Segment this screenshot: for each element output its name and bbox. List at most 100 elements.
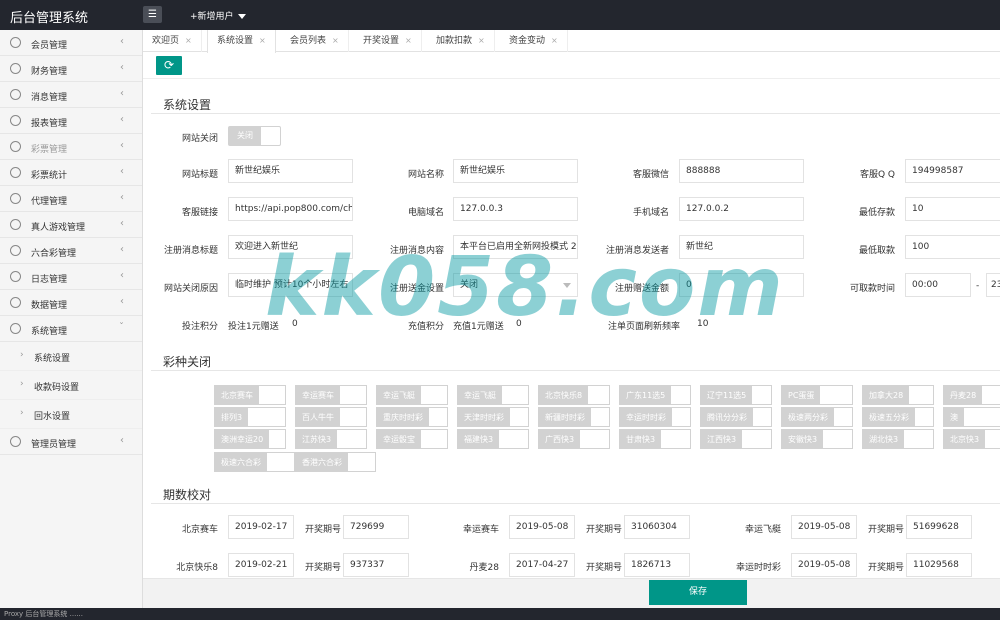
withdraw-time-end-input[interactable]: 23 [986, 273, 1000, 297]
lottery-switch[interactable]: 幸运骰宝 [376, 429, 448, 449]
withdraw-time-start-input[interactable]: 00:00 [905, 273, 971, 297]
sidebar-item-finance[interactable]: 财务管理 ‹ [0, 56, 142, 82]
lottery-switch[interactable]: 安徽快3 [781, 429, 853, 449]
mobile-domain-label: 手机域名 [632, 208, 669, 218]
lottery-switch[interactable]: 极速六合彩 [214, 452, 295, 472]
sidebar-item-mark-six[interactable]: 六合彩管理 ‹ [0, 238, 142, 264]
save-button[interactable]: 保存 [649, 580, 747, 605]
sidebar-subitem-rebate[interactable]: › 回水设置 [0, 400, 142, 429]
service-qq-input[interactable]: 194998587 [905, 159, 1000, 183]
lottery-switch[interactable]: 北京快乐8 [538, 385, 610, 405]
min-deposit-input[interactable]: 10 [905, 197, 1000, 221]
lottery-switch[interactable]: 辽宁11选5 [700, 385, 772, 405]
pc-domain-input[interactable]: 127.0.0.3 [453, 197, 578, 221]
lottery-switch[interactable]: 福建快3 [457, 429, 529, 449]
period-date-input[interactable]: 2019-05-08 [791, 553, 857, 577]
period-date-input[interactable]: 2019-02-17 [228, 515, 294, 539]
lottery-switch[interactable]: 北京快3 [943, 429, 1000, 449]
period-issue-input[interactable]: 31060304 [624, 515, 690, 539]
period-date-input[interactable]: 2019-05-08 [791, 515, 857, 539]
period-date-input[interactable]: 2017-04-27 [509, 553, 575, 577]
sidebar-item-system[interactable]: 系统管理 ˇ [0, 316, 142, 342]
lottery-switch[interactable]: 百人牛牛 [295, 407, 367, 427]
add-user-label: +新增用户 [190, 12, 234, 22]
tab-draw-settings[interactable]: 开奖设置 × [354, 30, 422, 52]
lottery-switch[interactable]: 澳 [943, 407, 1000, 427]
period-issue-input[interactable]: 1826713 [624, 553, 690, 577]
lottery-switch[interactable]: 广西快3 [538, 429, 610, 449]
period-issue-input[interactable]: 51699628 [906, 515, 972, 539]
lottery-switch[interactable]: 排列3 [214, 407, 286, 427]
lottery-switch[interactable]: 江西快3 [700, 429, 772, 449]
tab-fund-changes[interactable]: 资金变动 × [500, 30, 568, 52]
close-icon[interactable]: × [551, 36, 558, 45]
site-name-input[interactable]: 新世纪娱乐 [453, 159, 578, 183]
lottery-switch[interactable]: 幸运飞艇 [457, 385, 529, 405]
lottery-switch[interactable]: 广东11选5 [619, 385, 691, 405]
refresh-button[interactable]: ⟳ [156, 56, 182, 75]
site-title-input[interactable]: 新世纪娱乐 [228, 159, 353, 183]
lottery-switch[interactable]: 甘肃快3 [619, 429, 691, 449]
sidebar-subitem-system-settings[interactable]: › 系统设置 [0, 342, 142, 371]
lottery-switch[interactable]: 北京赛车 [214, 385, 286, 405]
tab-balance-adjust[interactable]: 加款扣款 × [427, 30, 495, 52]
lottery-switch[interactable]: 新疆时时彩 [538, 407, 610, 427]
period-date-input[interactable]: 2019-05-08 [509, 515, 575, 539]
lottery-switch-label: 北京快3 [944, 430, 986, 449]
lottery-switch[interactable]: 湖北快3 [862, 429, 934, 449]
close-icon[interactable]: × [405, 36, 412, 45]
lottery-switch[interactable]: PC蛋蛋 [781, 385, 853, 405]
lottery-switch[interactable]: 香港六合彩 [295, 452, 376, 472]
sidebar-item-live-games[interactable]: 真人游戏管理 ‹ [0, 212, 142, 238]
lottery-switch[interactable]: 江苏快3 [295, 429, 367, 449]
period-issue-input[interactable]: 729699 [343, 515, 409, 539]
min-withdraw-input[interactable]: 100 [905, 235, 1000, 259]
tab-system-settings[interactable]: 系统设置 × [207, 30, 276, 53]
sidebar-item-members[interactable]: 会员管理 ‹ [0, 30, 142, 56]
service-wechat-input[interactable]: 888888 [679, 159, 804, 183]
site-close-switch[interactable]: 关闭 [228, 126, 281, 146]
add-user-dropdown[interactable]: +新增用户 [190, 9, 246, 22]
menu-toggle-button[interactable]: ☰ [143, 6, 162, 23]
tab-member-list[interactable]: 会员列表 × [281, 30, 349, 52]
lottery-switch[interactable]: 腾讯分分彩 [700, 407, 772, 427]
mobile-domain-input[interactable]: 127.0.0.2 [679, 197, 804, 221]
sidebar-item-reports[interactable]: 报表管理 ‹ [0, 108, 142, 134]
lottery-switch[interactable]: 极速两分彩 [781, 407, 853, 427]
service-wechat-label: 客服微信 [632, 170, 669, 180]
lottery-switch[interactable]: 丹麦28 [943, 385, 1000, 405]
watermark: kk058.com [265, 240, 785, 335]
lottery-switch[interactable]: 幸运时时彩 [619, 407, 691, 427]
pc-domain-label: 电脑域名 [407, 208, 444, 218]
period-issue-label: 开奖期号 [585, 563, 622, 573]
service-link-input[interactable]: https://api.pop800.com/chat/i [228, 197, 353, 221]
lottery-switch[interactable]: 幸运飞艇 [376, 385, 448, 405]
period-issue-input[interactable]: 11029568 [906, 553, 972, 577]
sidebar-item-logs[interactable]: 日志管理 ‹ [0, 264, 142, 290]
message-icon [10, 89, 21, 100]
period-issue-input[interactable]: 937337 [343, 553, 409, 577]
tab-welcome[interactable]: 欢迎页 × [143, 30, 202, 52]
close-icon[interactable]: × [185, 36, 192, 45]
sidebar-item-lottery[interactable]: 彩票管理 ‹ [0, 134, 142, 160]
lottery-switch[interactable]: 幸运赛车 [295, 385, 367, 405]
sidebar-item-messages[interactable]: 消息管理 ‹ [0, 82, 142, 108]
lottery-switch-label: 江西快3 [701, 430, 743, 449]
sidebar-item-admins[interactable]: 管理员管理 ‹ [0, 429, 142, 455]
lottery-switch-label: 极速六合彩 [215, 453, 267, 472]
lottery-switch-label: 福建快3 [458, 430, 500, 449]
sidebar-item-lottery-stats[interactable]: 彩票统计 ‹ [0, 160, 142, 186]
sidebar-item-data[interactable]: 数据管理 ‹ [0, 290, 142, 316]
lottery-switch[interactable]: 重庆时时彩 [376, 407, 448, 427]
period-date-input[interactable]: 2019-02-21 [228, 553, 294, 577]
close-icon[interactable]: × [332, 36, 339, 45]
lottery-switch[interactable]: 极速五分彩 [862, 407, 934, 427]
sidebar-subitem-payment-code[interactable]: › 收款码设置 [0, 371, 142, 400]
lottery-switch[interactable]: 澳洲幸运20 [214, 429, 286, 449]
chevron-left-icon: ‹ [120, 166, 124, 177]
lottery-switch[interactable]: 加拿大28 [862, 385, 934, 405]
close-icon[interactable]: × [259, 36, 266, 45]
sidebar-item-agents[interactable]: 代理管理 ‹ [0, 186, 142, 212]
close-icon[interactable]: × [478, 36, 485, 45]
lottery-switch[interactable]: 天津时时彩 [457, 407, 529, 427]
